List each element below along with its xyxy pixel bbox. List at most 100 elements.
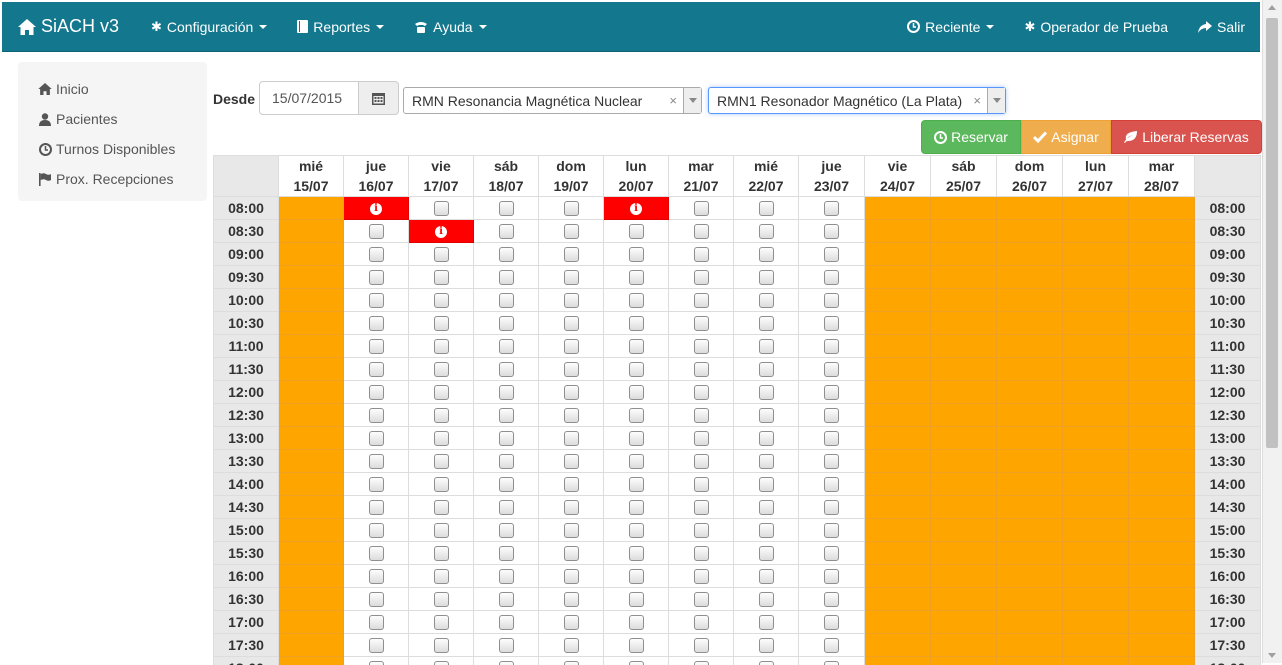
slot-checkbox[interactable] [434, 638, 449, 653]
resource-select[interactable]: RMN1 Resonador Magnético (La Plata) × [708, 87, 1006, 114]
slot-checkbox[interactable] [629, 569, 644, 584]
slot-checkbox[interactable] [564, 454, 579, 469]
info-icon[interactable]: i [435, 226, 447, 238]
slot-checkbox[interactable] [824, 615, 839, 630]
slot-checkbox[interactable] [759, 454, 774, 469]
slot-checkbox[interactable] [824, 661, 839, 665]
slot-checkbox[interactable] [434, 201, 449, 216]
slot-checkbox[interactable] [824, 408, 839, 423]
slot-checkbox[interactable] [499, 500, 514, 515]
slot-checkbox[interactable] [629, 247, 644, 262]
slot-checkbox[interactable] [369, 270, 384, 285]
slot-checkbox[interactable] [564, 638, 579, 653]
slot-checkbox[interactable] [499, 431, 514, 446]
slot-checkbox[interactable] [824, 316, 839, 331]
slot-checkbox[interactable] [824, 385, 839, 400]
sidebar-item-pacientes[interactable]: Pacientes [18, 104, 207, 134]
slot-checkbox[interactable] [759, 362, 774, 377]
slot-checkbox[interactable] [499, 546, 514, 561]
slot-checkbox[interactable] [759, 546, 774, 561]
reserved-slot[interactable]: i [344, 197, 409, 220]
slot-checkbox[interactable] [564, 661, 579, 665]
slot-checkbox[interactable] [499, 569, 514, 584]
slot-checkbox[interactable] [499, 316, 514, 331]
slot-checkbox[interactable] [369, 477, 384, 492]
slot-checkbox[interactable] [629, 592, 644, 607]
slot-checkbox[interactable] [629, 316, 644, 331]
slot-checkbox[interactable] [759, 247, 774, 262]
slot-checkbox[interactable] [564, 270, 579, 285]
slot-checkbox[interactable] [694, 454, 709, 469]
slot-checkbox[interactable] [629, 339, 644, 354]
reserved-slot[interactable]: i [409, 220, 474, 243]
menu-reciente[interactable]: Reciente [892, 2, 1009, 52]
slot-checkbox[interactable] [434, 592, 449, 607]
slot-checkbox[interactable] [434, 500, 449, 515]
slot-checkbox[interactable] [369, 523, 384, 538]
slot-checkbox[interactable] [499, 615, 514, 630]
slot-checkbox[interactable] [759, 270, 774, 285]
slot-checkbox[interactable] [369, 615, 384, 630]
slot-checkbox[interactable] [434, 454, 449, 469]
slot-checkbox[interactable] [759, 523, 774, 538]
slot-checkbox[interactable] [629, 270, 644, 285]
date-input[interactable] [259, 81, 359, 115]
slot-checkbox[interactable] [369, 408, 384, 423]
slot-checkbox[interactable] [759, 615, 774, 630]
slot-checkbox[interactable] [369, 247, 384, 262]
slot-checkbox[interactable] [824, 592, 839, 607]
slot-checkbox[interactable] [824, 270, 839, 285]
menu-ayuda[interactable]: Ayuda [399, 2, 501, 52]
slot-checkbox[interactable] [824, 477, 839, 492]
slot-checkbox[interactable] [564, 293, 579, 308]
slot-checkbox[interactable] [759, 431, 774, 446]
slot-checkbox[interactable] [434, 339, 449, 354]
sidebar-item-recepciones[interactable]: Prox. Recepciones [18, 164, 207, 194]
slot-checkbox[interactable] [694, 362, 709, 377]
sidebar-item-inicio[interactable]: Inicio [18, 74, 207, 104]
slot-checkbox[interactable] [499, 523, 514, 538]
slot-checkbox[interactable] [369, 431, 384, 446]
slot-checkbox[interactable] [629, 546, 644, 561]
slot-checkbox[interactable] [694, 661, 709, 665]
scroll-up-arrow[interactable] [1268, 5, 1276, 10]
slot-checkbox[interactable] [434, 316, 449, 331]
slot-checkbox[interactable] [629, 362, 644, 377]
service-select[interactable]: RMN Resonancia Magnética Nuclear × [403, 87, 702, 114]
slot-checkbox[interactable] [564, 477, 579, 492]
slot-checkbox[interactable] [499, 201, 514, 216]
info-icon[interactable]: i [370, 203, 382, 215]
slot-checkbox[interactable] [759, 500, 774, 515]
menu-reportes[interactable]: Reportes [282, 2, 399, 52]
slot-checkbox[interactable] [564, 247, 579, 262]
slot-checkbox[interactable] [499, 224, 514, 239]
slot-checkbox[interactable] [499, 638, 514, 653]
slot-checkbox[interactable] [629, 385, 644, 400]
slot-checkbox[interactable] [759, 477, 774, 492]
slot-checkbox[interactable] [694, 224, 709, 239]
slot-checkbox[interactable] [694, 270, 709, 285]
slot-checkbox[interactable] [629, 293, 644, 308]
slot-checkbox[interactable] [369, 316, 384, 331]
slot-checkbox[interactable] [434, 477, 449, 492]
slot-checkbox[interactable] [759, 638, 774, 653]
slot-checkbox[interactable] [759, 224, 774, 239]
info-icon[interactable]: i [630, 203, 642, 215]
slot-checkbox[interactable] [694, 523, 709, 538]
reserved-slot[interactable]: i [604, 197, 669, 220]
slot-checkbox[interactable] [499, 408, 514, 423]
slot-checkbox[interactable] [499, 339, 514, 354]
slot-checkbox[interactable] [824, 362, 839, 377]
slot-checkbox[interactable] [434, 385, 449, 400]
slot-checkbox[interactable] [824, 500, 839, 515]
slot-checkbox[interactable] [759, 661, 774, 665]
slot-checkbox[interactable] [564, 500, 579, 515]
liberar-reservas-button[interactable]: Liberar Reservas [1111, 120, 1262, 154]
slot-checkbox[interactable] [434, 523, 449, 538]
slot-checkbox[interactable] [694, 477, 709, 492]
slot-checkbox[interactable] [694, 546, 709, 561]
slot-checkbox[interactable] [369, 339, 384, 354]
slot-checkbox[interactable] [564, 224, 579, 239]
slot-checkbox[interactable] [499, 454, 514, 469]
slot-checkbox[interactable] [499, 661, 514, 665]
